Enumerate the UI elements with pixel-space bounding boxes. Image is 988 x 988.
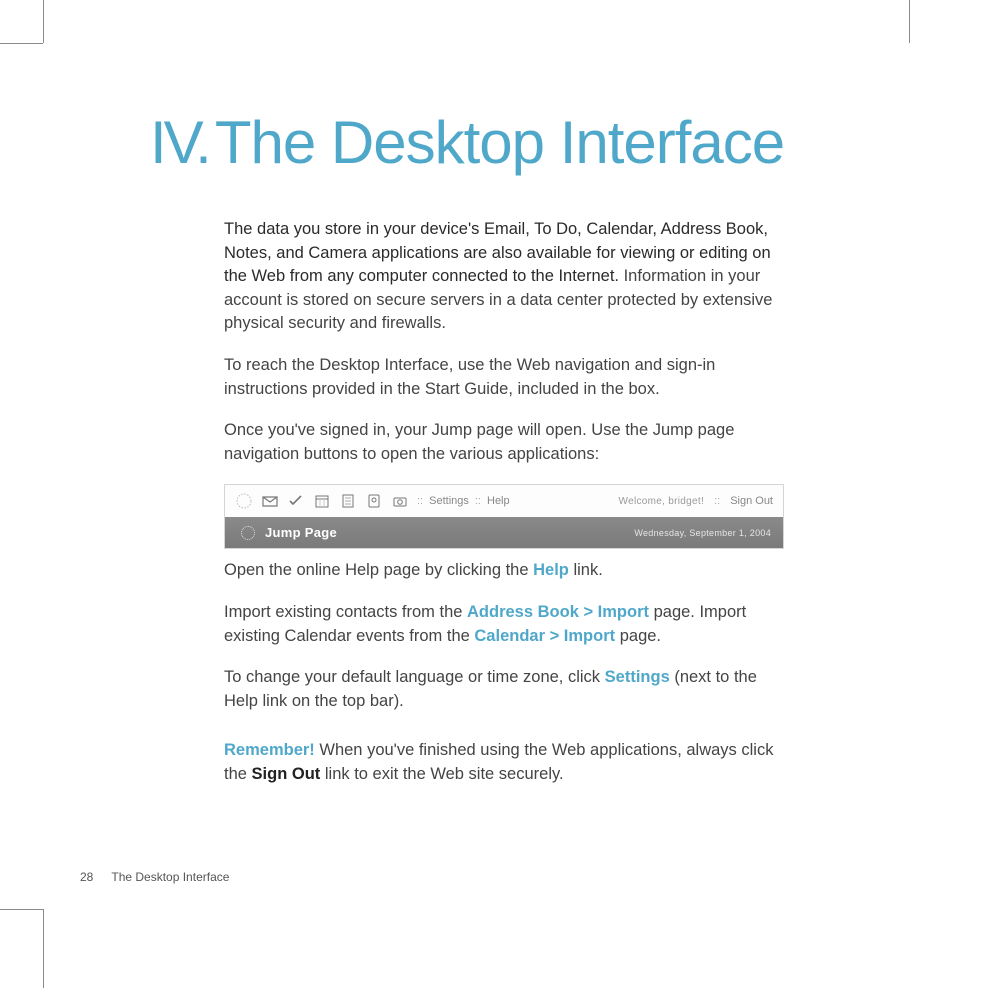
paragraph-import: Import existing contacts from the Addres… <box>224 601 786 648</box>
paragraph-settings: To change your default language or time … <box>224 666 786 713</box>
separator-icon: :: <box>714 495 720 507</box>
camera-icon[interactable] <box>389 490 411 512</box>
chapter-title: IV.The Desktop Interface <box>150 110 870 176</box>
crop-mark <box>43 0 44 43</box>
calendar-icon[interactable] <box>311 490 333 512</box>
sign-out-link[interactable]: Sign Out <box>730 495 773 507</box>
crop-mark <box>909 0 910 43</box>
separator-icon: :: <box>475 495 481 507</box>
toolbar-top-row: :: Settings :: Help Welcome, bridget! ::… <box>225 485 783 517</box>
text-run: page. <box>615 627 661 645</box>
body-text: The data you store in your device's Emai… <box>224 218 786 787</box>
text-run: To change your default language or time … <box>224 668 605 686</box>
toolbar-icon-group: :: Settings :: Help <box>233 490 510 512</box>
page-number: 28 <box>80 870 93 884</box>
chapter-title-text: The Desktop Interface <box>215 109 784 176</box>
footer-section-title: The Desktop Interface <box>111 870 229 884</box>
notes-icon[interactable] <box>337 490 359 512</box>
chapter-number: IV. <box>150 109 209 176</box>
text-run: link. <box>569 561 603 579</box>
text-run: link to exit the Web site securely. <box>320 765 563 783</box>
paragraph-reach: To reach the Desktop Interface, use the … <box>224 354 786 401</box>
paragraph-remember: Remember! When you've finished using the… <box>224 739 786 786</box>
crop-mark <box>0 909 43 910</box>
toolbar-bottom-row: Jump Page Wednesday, September 1, 2004 <box>225 517 783 548</box>
sign-out-bold: Sign Out <box>252 765 321 783</box>
paragraph-help: Open the online Help page by clicking th… <box>224 559 786 583</box>
page-content: IV.The Desktop Interface The data you st… <box>150 110 870 805</box>
settings-link[interactable]: Settings <box>429 495 469 507</box>
todo-icon[interactable] <box>285 490 307 512</box>
calendar-import-link: Calendar > Import <box>474 627 615 645</box>
help-link[interactable]: Help <box>487 495 510 507</box>
separator-icon: :: <box>417 495 423 507</box>
text-run: Import existing contacts from the <box>224 603 467 621</box>
page-footer: 28 The Desktop Interface <box>80 870 229 884</box>
text-run: Open the online Help page by clicking th… <box>224 561 533 579</box>
toolbar-right-group: Welcome, bridget! :: Sign Out <box>619 495 773 507</box>
crop-mark <box>0 43 43 44</box>
jump-page-icon <box>241 526 255 540</box>
jump-circle-icon[interactable] <box>233 490 255 512</box>
crop-mark <box>43 909 44 988</box>
address-book-import-link: Address Book > Import <box>467 603 649 621</box>
paragraph-intro: The data you store in your device's Emai… <box>224 218 786 336</box>
mail-icon[interactable] <box>259 490 281 512</box>
welcome-text: Welcome, bridget! <box>619 496 705 507</box>
remember-label: Remember! <box>224 741 315 759</box>
jump-page-date: Wednesday, September 1, 2004 <box>634 528 771 538</box>
jump-page-label-group: Jump Page <box>241 525 337 540</box>
jump-page-title: Jump Page <box>265 525 337 540</box>
jump-page-toolbar: :: Settings :: Help Welcome, bridget! ::… <box>224 484 784 549</box>
address-book-icon[interactable] <box>363 490 385 512</box>
paragraph-signed-in: Once you've signed in, your Jump page wi… <box>224 419 786 466</box>
settings-inline-link: Settings <box>605 668 670 686</box>
help-inline-link: Help <box>533 561 569 579</box>
